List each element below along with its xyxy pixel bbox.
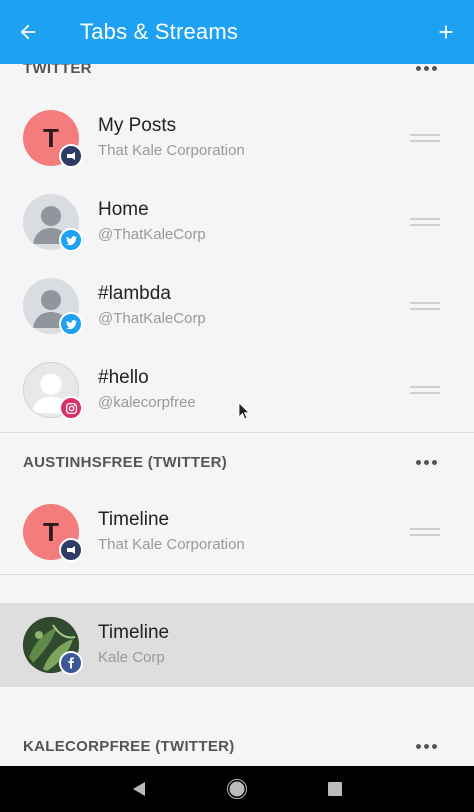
drag-handle-icon[interactable]	[410, 528, 440, 536]
hootsuite-icon	[59, 538, 83, 562]
drag-handle-icon[interactable]	[410, 134, 440, 142]
section-title: TWITTER	[23, 64, 92, 77]
stream-row[interactable]: #lambda @ThatKaleCorp	[0, 264, 474, 348]
stream-name: My Posts	[98, 115, 177, 136]
twitter-icon	[59, 228, 83, 252]
section-title: KALECORPFREE (TWITTER)	[23, 737, 235, 755]
nav-back-icon	[133, 782, 145, 796]
stream-account: That Kale Corporation	[98, 142, 245, 159]
section-more-button[interactable]	[406, 64, 446, 78]
plus-icon	[439, 25, 453, 39]
app-bar: Tabs & Streams	[0, 0, 474, 64]
stream-row[interactable]: T My Posts That Kale Corporation	[0, 96, 474, 180]
streams-list[interactable]: TWITTER T My Posts That Kale Corporation	[0, 64, 474, 766]
nav-back-button[interactable]	[119, 769, 159, 809]
avatar: T	[23, 504, 83, 562]
more-icon	[415, 65, 437, 71]
stream-row[interactable]: T Timeline That Kale Corporation	[0, 490, 474, 574]
facebook-icon	[59, 651, 83, 675]
section-more-button[interactable]	[406, 736, 446, 756]
section-header-twitter: TWITTER	[0, 64, 474, 90]
arrow-left-icon	[20, 24, 36, 40]
stream-row[interactable]: Home @ThatKaleCorp	[0, 180, 474, 264]
add-stream-button[interactable]	[418, 0, 474, 64]
avatar	[23, 617, 83, 675]
hootsuite-icon	[59, 144, 83, 168]
nav-recents-button[interactable]	[315, 769, 355, 809]
avatar	[23, 194, 83, 252]
page-title: Tabs & Streams	[80, 19, 239, 44]
more-icon	[415, 459, 437, 465]
section-title: AUSTINHSFREE (TWITTER)	[23, 453, 228, 471]
stream-name: Home	[98, 199, 149, 220]
stream-row[interactable]: #hello @kalecorpfree	[0, 348, 474, 432]
stream-account: That Kale Corporation	[98, 536, 245, 553]
back-button[interactable]	[0, 0, 56, 64]
avatar	[23, 278, 83, 336]
drag-handle-icon[interactable]	[410, 386, 440, 394]
nav-recents-icon	[328, 782, 342, 796]
avatar: T	[23, 110, 83, 168]
section-divider	[0, 432, 474, 433]
stream-account: Kale Corp	[98, 649, 165, 666]
stream-name: #lambda	[98, 283, 171, 304]
nav-home-icon	[227, 779, 247, 799]
twitter-icon	[59, 312, 83, 336]
section-header-austinhsfree: AUSTINHSFREE (TWITTER)	[0, 440, 474, 484]
nav-home-button[interactable]	[217, 769, 257, 809]
section-more-button[interactable]	[406, 452, 446, 472]
stream-account: @ThatKaleCorp	[98, 310, 206, 327]
stream-account: @kalecorpfree	[98, 394, 196, 411]
mouse-cursor-icon	[238, 402, 250, 420]
section-header-kalecorpfree: KALECORPFREE (TWITTER)	[0, 724, 474, 766]
drag-handle-icon[interactable]	[410, 218, 440, 226]
avatar	[23, 362, 83, 420]
stream-name: Timeline	[98, 622, 170, 643]
system-nav-bar	[0, 766, 474, 812]
section-divider	[0, 574, 474, 575]
stream-account: @ThatKaleCorp	[98, 226, 206, 243]
stream-row[interactable]: Timeline Kale Corp	[0, 603, 474, 687]
more-icon	[415, 743, 437, 749]
stream-name: Timeline	[98, 509, 170, 530]
instagram-icon	[59, 396, 83, 420]
stream-name: #hello	[98, 367, 149, 388]
drag-handle-icon[interactable]	[410, 302, 440, 310]
